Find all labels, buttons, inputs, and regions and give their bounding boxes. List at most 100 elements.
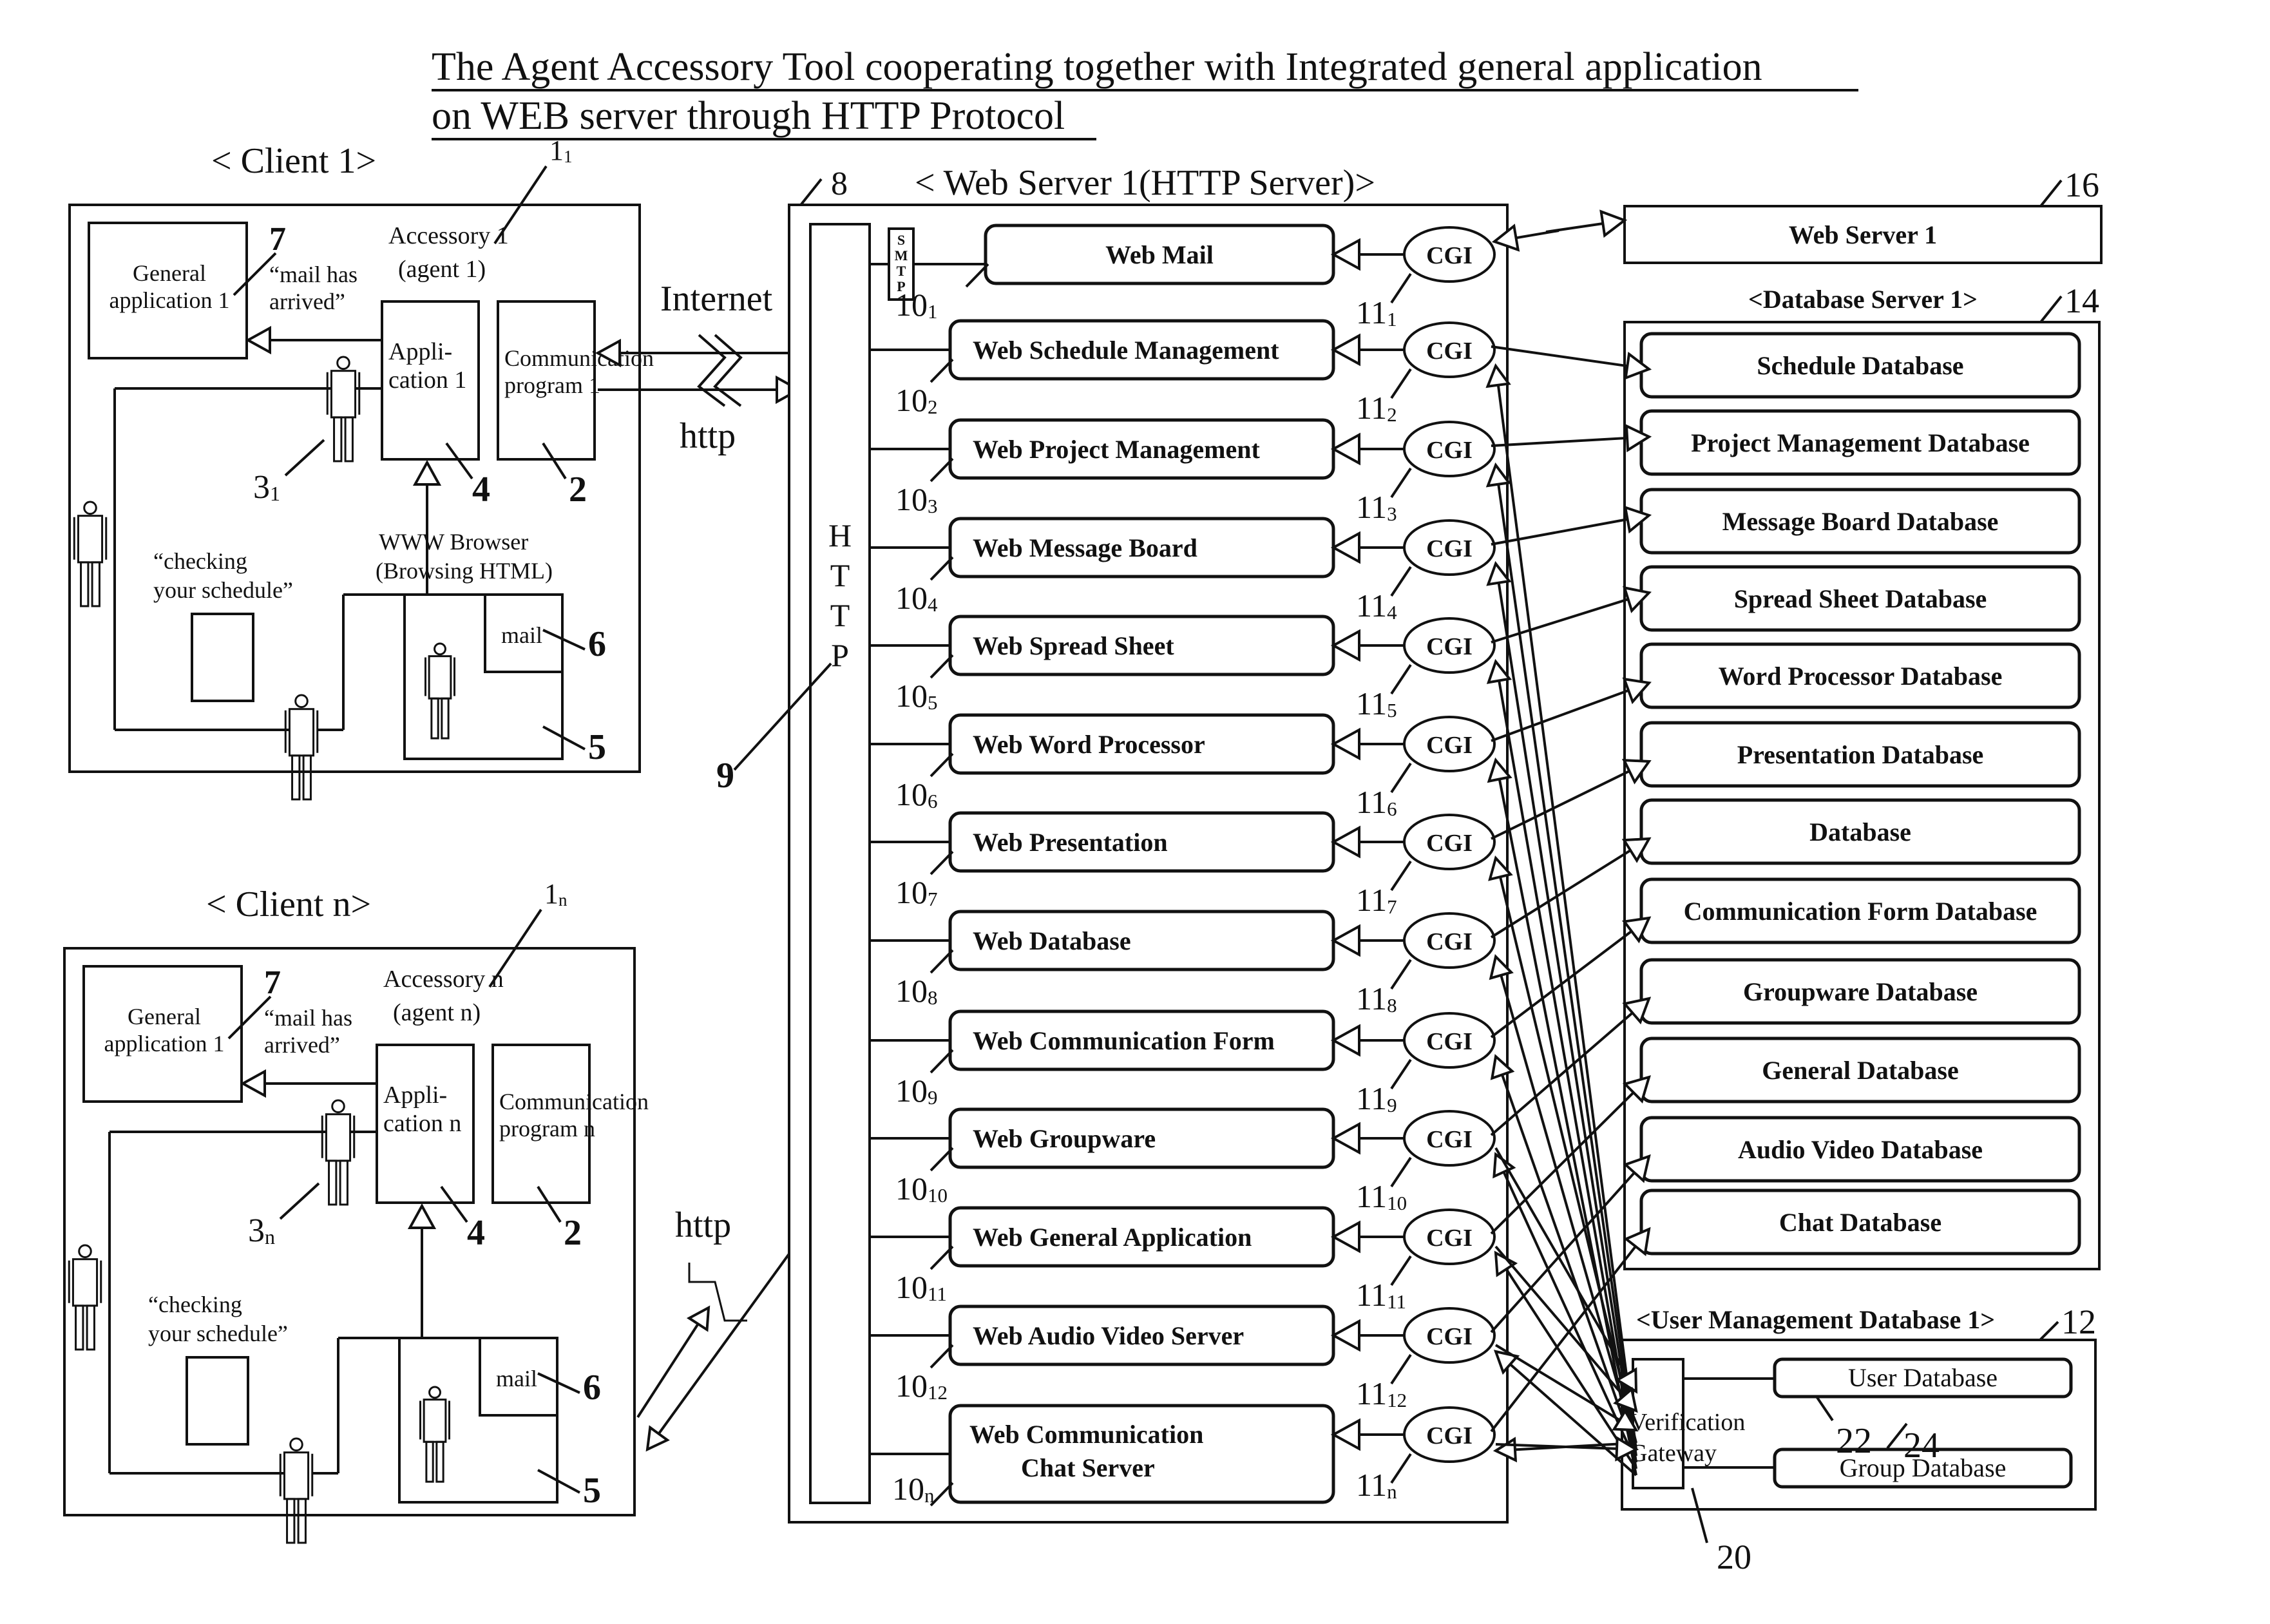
user-management-ref: 12 — [2061, 1303, 2096, 1341]
database-label: Audio Video Database — [1738, 1135, 1983, 1164]
database-server-ref-leader — [2039, 295, 2063, 323]
user-database-ref: 22 — [1836, 1421, 1872, 1461]
general-application-label: General — [128, 1004, 201, 1029]
arrow-shaft — [1491, 518, 1628, 546]
database-server-heading: <Database Server 1> — [1748, 285, 1978, 314]
accessory-ref: 1n — [544, 878, 568, 910]
mail-has-arrived-message: arrived” — [264, 1032, 340, 1058]
web-application-label: Web Mail — [1105, 240, 1214, 269]
cgi-label: CGI — [1426, 1323, 1473, 1350]
client-1: < Client 1> 11Generalapplication 17“mail … — [68, 135, 654, 801]
general-application-ref: 7 — [264, 964, 281, 1001]
web-application-label: Web Groupware — [973, 1124, 1156, 1153]
arrow-shaft — [1491, 598, 1629, 644]
http-bar-letter: T — [830, 597, 850, 633]
database-label: Presentation Database — [1737, 740, 1984, 769]
database-label: Communication Form Database — [1684, 897, 2037, 926]
user-database-label: User Database — [1848, 1363, 1998, 1392]
cgi-label: CGI — [1426, 732, 1473, 759]
arrow-shaft — [1490, 1011, 1634, 1136]
right-side-servers: Web Server 1 16 <Database Server 1> 14 Sched… — [1491, 166, 2103, 1576]
accessory-label: (agent n) — [393, 999, 481, 1026]
internet-label: Internet — [660, 279, 773, 319]
http-bus-bar — [809, 223, 871, 1504]
database-label: Schedule Database — [1757, 351, 1963, 380]
diagram-title: The Agent Accessory Tool cooperating tog… — [432, 45, 1858, 140]
cgi-label: CGI — [1426, 830, 1473, 857]
web-server-heading: < Web Server 1(HTTP Server)> — [915, 163, 1375, 203]
application-label: Appli- — [388, 338, 452, 365]
accessory-label: Accessory n — [383, 966, 504, 993]
database-item: Communication Form Database — [1639, 877, 2081, 944]
http-bar-letter: T — [830, 557, 850, 593]
web-application-label: Web General Application — [973, 1223, 1252, 1252]
application-label: cation n — [383, 1110, 461, 1137]
database-item: Word Processor Database — [1639, 642, 2081, 709]
gateway-to-cgi-arrow — [1489, 954, 1637, 1450]
web-application-label: Web Communication Form — [973, 1026, 1275, 1055]
cgi-label: CGI — [1426, 928, 1473, 955]
schedule-window — [186, 1356, 249, 1446]
cgi-label: CGI — [1426, 437, 1473, 464]
mail-ref: 6 — [588, 624, 606, 664]
arrowhead-icon — [1599, 209, 1628, 238]
web-application-label: Web Database — [973, 926, 1131, 955]
mail-has-arrived-message: arrived” — [269, 289, 345, 314]
arrow-shaft — [1494, 1245, 1625, 1397]
web-server-ref: 8 — [831, 166, 848, 202]
general-application-label: application 1 — [110, 287, 230, 313]
general-application-label: application 1 — [104, 1031, 225, 1056]
web-application-label: Web Spread Sheet — [973, 631, 1174, 660]
gateway-ref: 20 — [1717, 1538, 1751, 1576]
mail-label: mail — [496, 1366, 537, 1391]
web-server-16-ref: 16 — [2065, 166, 2099, 204]
database-item: Presentation Database — [1639, 721, 2081, 788]
cgi-label: CGI — [1426, 535, 1473, 562]
browser-ref: 5 — [583, 1471, 601, 1511]
application-ref: 4 — [467, 1213, 485, 1253]
mail-has-arrived-message: “mail has — [269, 262, 358, 287]
web-application-label: Web Word Processor — [973, 730, 1205, 759]
www-browser-label: WWW Browser — [379, 529, 528, 555]
database-label: Groupware Database — [1743, 977, 1978, 1006]
web-application-label: Chat Server — [1021, 1453, 1155, 1482]
checking-schedule-message: “checking — [153, 548, 247, 574]
http-label-client-1: http — [680, 416, 736, 456]
cgi-label: CGI — [1426, 338, 1473, 365]
http-link-out — [636, 1305, 711, 1419]
arrow-shaft — [1491, 345, 1628, 368]
gateway-to-cgi-arrow — [1485, 462, 1637, 1457]
database-item: Message Board Database — [1639, 488, 2081, 555]
lightning-icon — [713, 334, 743, 407]
application-ref: 4 — [472, 470, 490, 510]
database-label: Project Management Database — [1691, 428, 2030, 457]
smtp-letter: T — [897, 263, 906, 279]
lightning-icon — [688, 1263, 747, 1322]
database-item: Project Management Database — [1639, 409, 2081, 476]
lightning-icon — [697, 334, 727, 407]
general-application-ref: 7 — [269, 221, 286, 258]
database-label: Message Board Database — [1722, 507, 1999, 536]
database-label: Spread Sheet Database — [1734, 584, 1987, 613]
web-application-label: Web Project Management — [973, 435, 1260, 464]
verification-gateway-label: Gateway — [1630, 1440, 1717, 1467]
arrow-shaft — [657, 1226, 810, 1435]
database-label: General Database — [1762, 1056, 1959, 1085]
www-browser-label: (Browsing HTML) — [376, 558, 553, 584]
mail-has-arrived-message: “mail has — [264, 1005, 352, 1031]
gateway-to-cgi-arrow — [1485, 363, 1637, 1450]
cgi-label: CGI — [1426, 242, 1473, 269]
communication-ref: 2 — [564, 1213, 582, 1253]
title-line-1: The Agent Accessory Tool cooperating tog… — [432, 45, 1762, 89]
database-item: Schedule Database — [1639, 332, 2081, 399]
arrow-shaft — [1490, 1091, 1635, 1235]
mail-label: mail — [501, 622, 542, 648]
web-application-label: Web Communication — [969, 1420, 1203, 1449]
verification-gateway-label: Verification — [1630, 1409, 1745, 1436]
gateway-to-cgi-arrow — [1486, 560, 1637, 1463]
web-application-label: Web Message Board — [973, 533, 1197, 562]
database-server-ref: 14 — [2065, 282, 2099, 320]
database-item: Groupware Database — [1639, 958, 2081, 1025]
communication-program-label: Communication — [499, 1089, 649, 1114]
http-bar-letter: H — [828, 517, 852, 553]
